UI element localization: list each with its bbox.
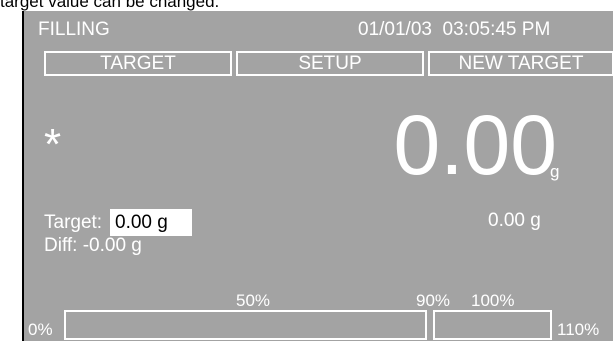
time-display: 03:05:45 PM: [442, 19, 551, 40]
tab-target[interactable]: TARGET: [44, 51, 232, 76]
mode-label: FILLING: [38, 19, 110, 40]
weight-readout: 0.00: [393, 98, 558, 192]
progress-label-100: 100%: [471, 291, 515, 310]
stability-indicator: *: [44, 120, 62, 169]
diff-readout: Diff: -0.00 g: [44, 235, 142, 256]
overfill-progress-bar: [433, 310, 552, 340]
tab-setup[interactable]: SETUP: [236, 51, 424, 76]
instruction-caption: target value can be changed.: [0, 0, 220, 11]
target-label: Target:: [44, 212, 103, 233]
tab-new-target[interactable]: NEW TARGET: [428, 51, 613, 76]
progress-label-50: 50%: [236, 291, 271, 310]
progress-label-110: 110%: [557, 320, 600, 339]
target-value-field[interactable]: 0.00 g: [110, 209, 192, 236]
fill-progress-bar: [64, 310, 427, 340]
weight-unit: g: [550, 162, 560, 181]
target-value-display: 0.00 g: [488, 210, 541, 231]
date-display: 01/01/03: [358, 19, 432, 40]
progress-label-0: 0%: [28, 320, 53, 339]
indicator-screen: FILLING 01/01/03 03:05:45 PM TARGET SETU…: [22, 11, 613, 341]
date-time: 01/01/03 03:05:45 PM: [358, 20, 550, 39]
progress-label-90: 90%: [416, 291, 451, 310]
